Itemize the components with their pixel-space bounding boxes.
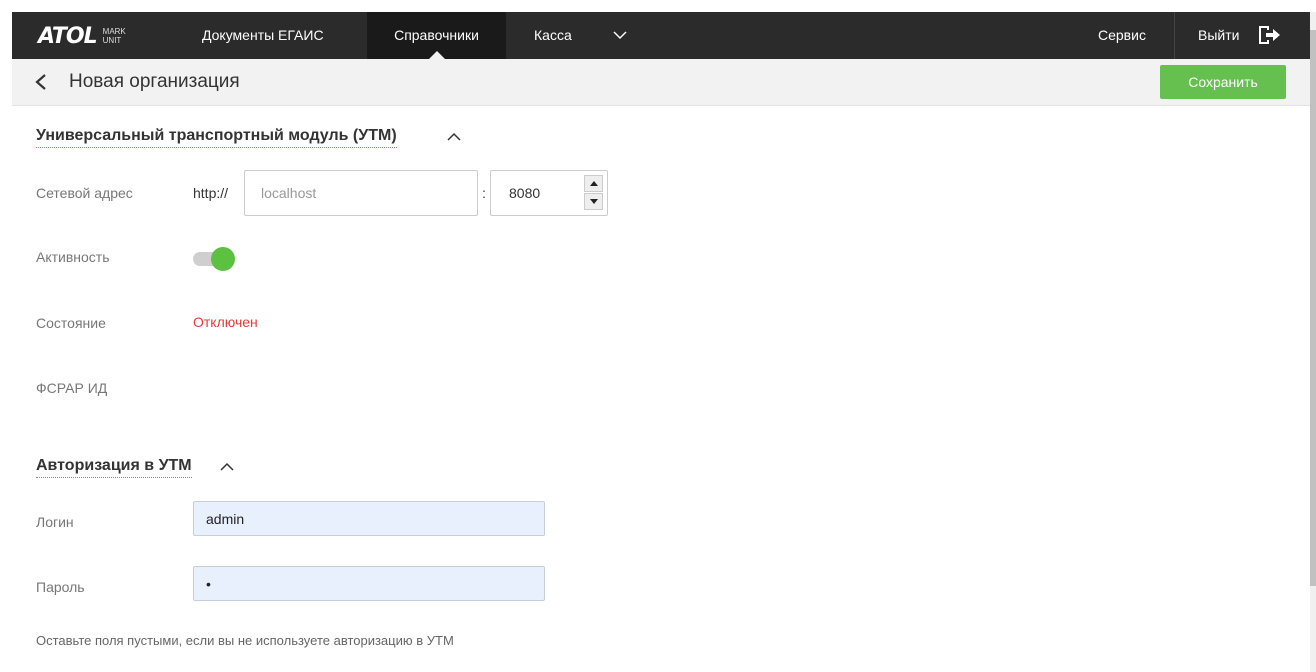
nav-service[interactable]: Сервис: [1082, 12, 1162, 59]
nav-kassa[interactable]: Касса: [518, 12, 588, 59]
logo-sub-bottom: UNIT: [102, 36, 122, 45]
auth-section-title[interactable]: Авторизация в УТМ: [36, 457, 192, 478]
port-increment-button[interactable]: [584, 175, 603, 192]
auth-hint-text: Оставьте поля пустыми, если вы не исполь…: [36, 633, 454, 648]
activity-label: Активность: [36, 249, 110, 265]
fsrar-id-label: ФСРАР ИД: [36, 380, 108, 396]
window-frame-left: [0, 0, 12, 672]
network-address-label: Сетевой адрес: [36, 185, 133, 201]
save-button[interactable]: Сохранить: [1160, 65, 1286, 99]
port-separator: :: [482, 185, 486, 201]
top-navbar: ATOL MARK UNIT Документы ЕГАИС Справочни…: [12, 12, 1310, 59]
window-frame-top: [0, 0, 1316, 10]
triangle-up-icon: [589, 181, 598, 186]
state-label: Состояние: [36, 315, 106, 331]
triangle-down-icon: [589, 199, 598, 204]
logo-subtitle: MARK UNIT: [103, 27, 126, 45]
activity-toggle[interactable]: [193, 247, 235, 271]
app-window: ATOL MARK UNIT Документы ЕГАИС Справочни…: [0, 0, 1316, 672]
utm-section-title[interactable]: Универсальный транспортный модуль (УТМ): [36, 127, 397, 148]
chevron-down-icon[interactable]: [612, 28, 628, 42]
logo-mark: ATOL: [38, 23, 98, 49]
nav-divider: [1174, 12, 1175, 59]
port-decrement-button[interactable]: [584, 193, 603, 210]
toggle-knob: [211, 247, 235, 271]
logo-sub-top: MARK: [102, 27, 126, 36]
logout-button[interactable]: Выйти: [1182, 12, 1239, 59]
password-label: Пароль: [36, 579, 85, 595]
nav-documents-egais[interactable]: Документы ЕГАИС: [186, 12, 340, 59]
atol-logo[interactable]: ATOL MARK UNIT: [38, 23, 126, 49]
chevron-left-icon[interactable]: [34, 73, 48, 91]
scrollbar-thumb[interactable]: [1310, 30, 1316, 586]
chevron-up-icon[interactable]: [446, 131, 462, 143]
login-input[interactable]: [193, 501, 545, 536]
logout-arrow-icon[interactable]: [1257, 24, 1281, 46]
page-title: Новая организация: [69, 71, 240, 92]
chevron-up-icon[interactable]: [219, 461, 235, 473]
login-label: Логин: [36, 514, 74, 530]
state-value: Отключен: [193, 314, 258, 330]
host-input[interactable]: [244, 170, 478, 216]
page-header: Новая организация Сохранить: [12, 59, 1310, 106]
http-prefix: http://: [193, 185, 229, 201]
nav-directories[interactable]: Справочники: [367, 12, 506, 59]
password-input[interactable]: [193, 566, 545, 601]
